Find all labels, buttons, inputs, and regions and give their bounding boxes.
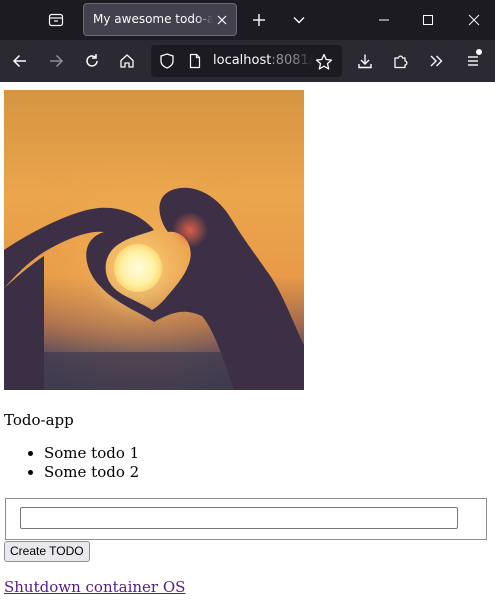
create-todo-button[interactable]: Create TODO <box>4 541 90 562</box>
shield-icon <box>160 53 174 69</box>
plus-icon <box>253 14 265 26</box>
home-icon <box>120 54 134 68</box>
arrow-left-icon <box>12 54 26 68</box>
firefox-view-button[interactable] <box>44 8 68 32</box>
page-icon <box>189 53 201 69</box>
url-fade <box>293 45 313 77</box>
star-icon <box>315 53 333 70</box>
todo-item: Some todo 1 <box>44 444 139 463</box>
todo-list: Some todo 1 Some todo 2 <box>0 444 139 482</box>
more-tools-button[interactable] <box>424 49 448 73</box>
reload-icon <box>86 54 98 67</box>
todo-item: Some todo 2 <box>44 463 139 482</box>
arrow-right-icon <box>50 54 64 68</box>
close-icon <box>468 14 480 26</box>
bookmark-button[interactable] <box>315 53 333 71</box>
close-icon <box>217 15 227 25</box>
url-bar[interactable]: localhost:8081/ <box>151 45 342 77</box>
firefox-view-icon <box>48 13 64 27</box>
new-tab-button[interactable] <box>249 8 269 32</box>
forward-button[interactable] <box>44 49 68 73</box>
double-chevron-right-icon <box>430 55 443 67</box>
hero-image <box>4 90 304 390</box>
app-menu-button[interactable] <box>461 49 485 73</box>
close-window-button[interactable] <box>462 8 486 32</box>
hamburger-menu-icon <box>468 56 478 66</box>
update-badge <box>476 49 482 55</box>
reload-button[interactable] <box>80 49 104 73</box>
minimize-icon <box>379 19 389 21</box>
puzzle-piece-icon <box>394 55 408 69</box>
tab-title: My awesome todo-app <box>93 12 213 26</box>
back-button[interactable] <box>8 49 32 73</box>
todo-form-fieldset <box>5 498 487 540</box>
page-content: Todo-app Some todo 1 Some todo 2 Create … <box>0 82 495 612</box>
maximize-icon <box>423 15 433 25</box>
tab-close-button[interactable] <box>214 12 230 28</box>
heart-hands-sunset-image <box>4 90 304 390</box>
browser-tab-bar: My awesome todo-app <box>0 0 495 40</box>
minimize-window-button[interactable] <box>372 8 396 32</box>
browser-nav-bar: localhost:8081/ <box>0 40 495 82</box>
downloads-button[interactable] <box>353 49 377 73</box>
list-all-tabs-button[interactable] <box>289 8 309 32</box>
url-host: localhost <box>213 53 272 68</box>
shutdown-link[interactable]: Shutdown container OS <box>4 578 185 596</box>
tab-active[interactable]: My awesome todo-app <box>83 3 237 36</box>
app-title: Todo-app <box>4 411 74 429</box>
chevron-down-icon <box>293 17 305 24</box>
tracking-protection-button[interactable] <box>159 53 175 69</box>
maximize-window-button[interactable] <box>416 8 440 32</box>
home-button[interactable] <box>115 49 139 73</box>
site-info-button[interactable] <box>187 53 203 69</box>
todo-input[interactable] <box>20 507 458 529</box>
download-icon <box>358 54 372 69</box>
extensions-button[interactable] <box>389 49 413 73</box>
